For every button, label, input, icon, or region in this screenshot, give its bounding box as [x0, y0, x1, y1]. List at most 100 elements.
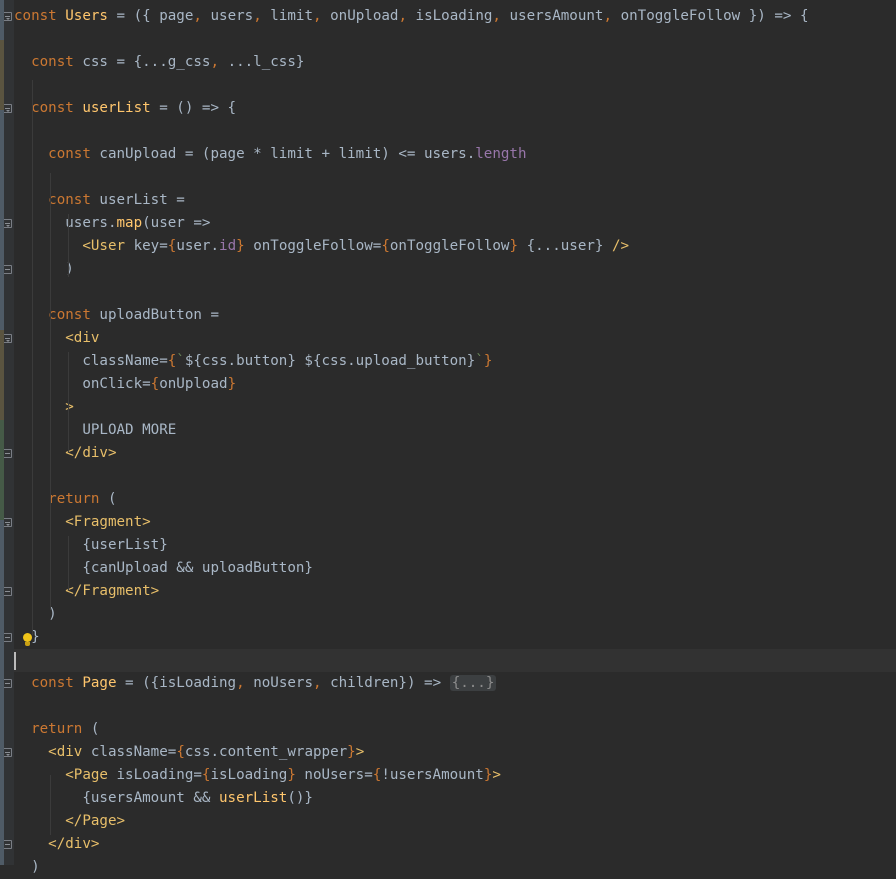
code-token: }: [509, 238, 519, 254]
code-token: />: [612, 238, 630, 254]
code-token: css = {...g_css: [82, 54, 211, 70]
code-line[interactable]: [14, 695, 896, 718]
code-token: >: [355, 744, 365, 760]
code-line[interactable]: const Users = ({ page, users, limit, onU…: [14, 5, 896, 28]
fold-marker-icon[interactable]: [3, 633, 12, 642]
code-line[interactable]: UPLOAD MORE: [14, 419, 896, 442]
code-token: }: [483, 353, 493, 369]
code-line[interactable]: [14, 465, 896, 488]
editor-gutter: [0, 0, 14, 865]
change-marker: [0, 40, 4, 110]
code-line[interactable]: >: [14, 396, 896, 419]
code-token: users: [210, 8, 254, 24]
code-line[interactable]: return (: [14, 488, 896, 511]
code-token: return: [31, 721, 91, 737]
code-line[interactable]: const canUpload = (page * limit + limit)…: [14, 143, 896, 166]
code-token: <div: [48, 744, 91, 760]
fold-marker-icon[interactable]: [3, 265, 12, 274]
code-token: userList: [219, 790, 288, 806]
code-line[interactable]: </Fragment>: [14, 580, 896, 603]
code-token: `: [475, 353, 484, 369]
code-token: const: [31, 100, 83, 116]
code-line[interactable]: <Fragment>: [14, 511, 896, 534]
fold-marker-icon[interactable]: [3, 334, 12, 343]
code-token: userList =: [99, 192, 185, 208]
code-line[interactable]: ): [14, 856, 896, 879]
code-line[interactable]: const css = {...g_css, ...l_css}: [14, 51, 896, 74]
code-line[interactable]: users.map(user =>: [14, 212, 896, 235]
code-token: usersAmount: [509, 8, 604, 24]
code-line[interactable]: const userList = () => {: [14, 97, 896, 120]
code-token: noUsers: [253, 675, 313, 691]
code-line[interactable]: <User key={user.id} onToggleFollow={onTo…: [14, 235, 896, 258]
code-line[interactable]: [14, 649, 896, 672]
code-token: </div>: [48, 836, 100, 852]
code-token: {usersAmount &&: [14, 790, 219, 806]
code-token: length: [475, 146, 527, 162]
fold-marker-icon[interactable]: [3, 679, 12, 688]
code-token: ): [14, 261, 74, 277]
fold-marker-icon[interactable]: [3, 449, 12, 458]
code-line[interactable]: }: [14, 626, 896, 649]
code-token: user.: [176, 238, 220, 254]
code-token: children}) =>: [330, 675, 450, 691]
code-editor[interactable]: const Users = ({ page, users, limit, onU…: [14, 0, 896, 875]
code-line[interactable]: [14, 74, 896, 97]
code-token: = ({isLoading: [116, 675, 237, 691]
fold-marker-icon[interactable]: [3, 104, 12, 113]
fold-marker-icon[interactable]: [3, 748, 12, 757]
fold-marker-icon[interactable]: [3, 518, 12, 527]
code-token: ,: [313, 675, 331, 691]
code-token: <User: [82, 238, 134, 254]
change-marker: [0, 110, 4, 330]
code-line[interactable]: onClick={onUpload}: [14, 373, 896, 396]
code-token: `: [176, 353, 185, 369]
code-token: </Page>: [65, 813, 126, 829]
code-line[interactable]: <Page isLoading={isLoading} noUsers={!us…: [14, 764, 896, 787]
code-token: onUpload: [159, 376, 228, 392]
lightbulb-icon[interactable]: [22, 633, 33, 647]
code-line[interactable]: </Page>: [14, 810, 896, 833]
code-token: ,: [398, 8, 416, 24]
code-token: </div>: [65, 445, 117, 461]
code-token: !usersAmount: [381, 767, 484, 783]
folded-region[interactable]: {...}: [449, 675, 497, 691]
code-token: uploadButton =: [99, 307, 220, 323]
code-line[interactable]: [14, 120, 896, 143]
code-line[interactable]: {usersAmount && userList()}: [14, 787, 896, 810]
code-line[interactable]: const userList =: [14, 189, 896, 212]
code-token: userList: [82, 100, 151, 116]
code-line[interactable]: className={`${css.button} ${css.upload_b…: [14, 350, 896, 373]
code-line[interactable]: <div: [14, 327, 896, 350]
code-line[interactable]: [14, 166, 896, 189]
code-line[interactable]: const uploadButton =: [14, 304, 896, 327]
indent-guide: [68, 352, 69, 452]
code-line[interactable]: <div className={css.content_wrapper}>: [14, 741, 896, 764]
code-token: ,: [313, 8, 331, 24]
code-line[interactable]: [14, 281, 896, 304]
code-token: return: [48, 491, 108, 507]
code-line[interactable]: {canUpload && uploadButton}: [14, 557, 896, 580]
code-line[interactable]: const Page = ({isLoading, noUsers, child…: [14, 672, 896, 695]
code-line[interactable]: return (: [14, 718, 896, 741]
code-token: }: [287, 767, 296, 783]
change-marker: [0, 0, 4, 40]
change-marker: [0, 420, 4, 520]
fold-marker-icon[interactable]: [3, 587, 12, 596]
fold-marker-icon[interactable]: [3, 12, 12, 21]
change-marker: [0, 330, 4, 420]
code-line[interactable]: </div>: [14, 442, 896, 465]
code-line[interactable]: {userList}: [14, 534, 896, 557]
fold-marker-icon[interactable]: [3, 219, 12, 228]
fold-marker-icon[interactable]: [3, 840, 12, 849]
code-token: ${css.button} ${css.upload_button}: [184, 353, 476, 369]
code-line[interactable]: ): [14, 603, 896, 626]
code-line[interactable]: </div>: [14, 833, 896, 856]
code-line[interactable]: ): [14, 258, 896, 281]
indent-guide: [32, 80, 33, 635]
code-line[interactable]: [14, 28, 896, 51]
code-token: Page: [82, 675, 117, 691]
